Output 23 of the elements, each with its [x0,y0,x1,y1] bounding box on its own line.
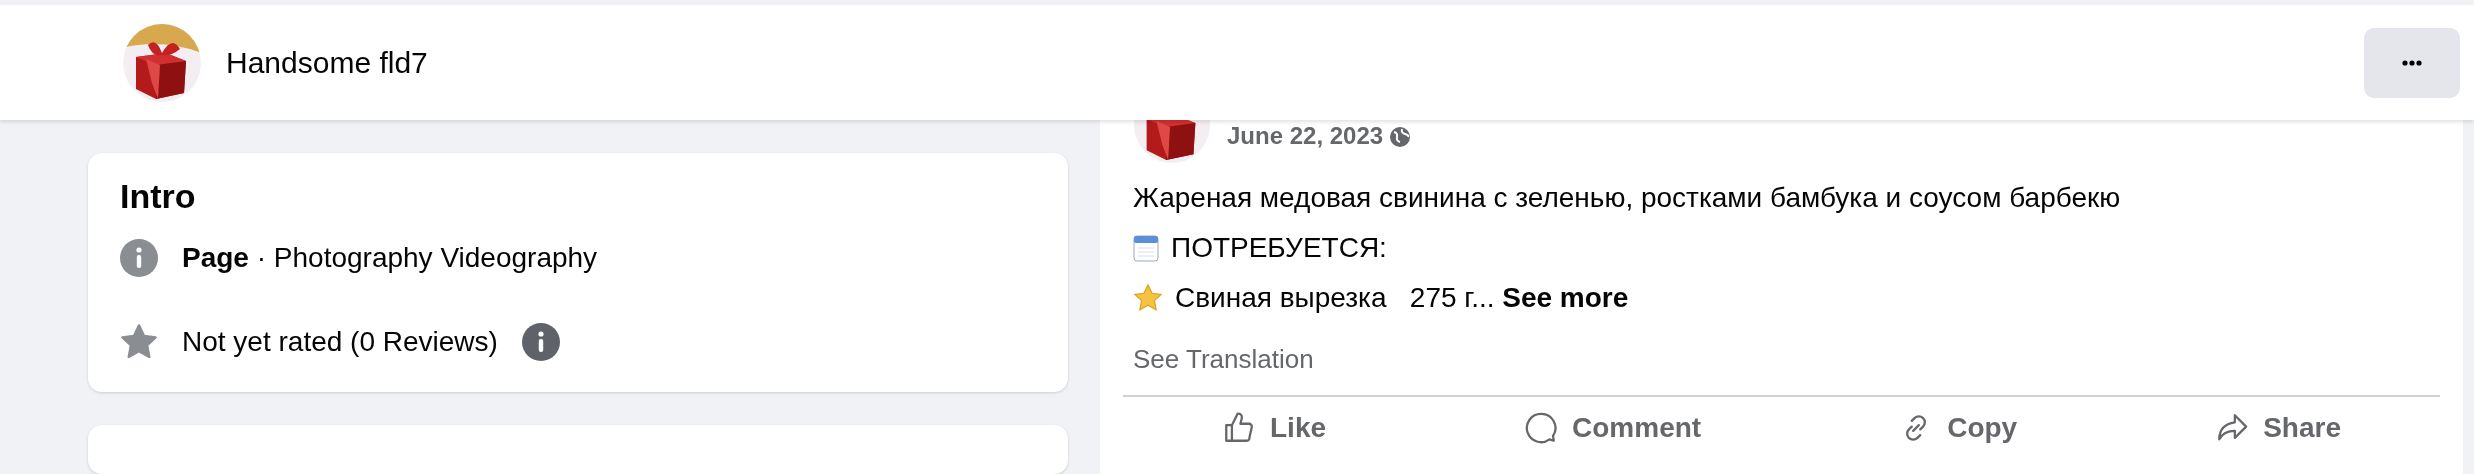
page-name: Handsome fld7 [226,45,429,80]
see-more-link[interactable]: See more [1502,282,1629,313]
thumbs-up-icon [1222,411,1256,445]
post-date: June 22, 2023 [1227,122,1384,150]
rating-text: Not yet rated (0 Reviews) [182,326,498,358]
intro-title: Intro [120,177,197,216]
speech-bubble-icon [1524,411,1559,445]
info-icon [120,239,158,277]
calendar-icon [1133,234,1159,262]
post-text: Жареная медовая свинина с зеленью, ростками бамбука и соусом барбекю [1133,182,2121,214]
more-button[interactable] [2364,27,2460,98]
star-icon [120,323,158,361]
copy-button[interactable]: Copy [1899,411,2018,445]
share-button[interactable]: Share [2215,411,2341,445]
info-icon [521,323,560,361]
see-translation-link[interactable]: See Translation [1133,344,1314,375]
star-icon [1133,283,1163,313]
like-button[interactable]: Like [1222,411,1327,445]
category-text: Page · Photography Videography [182,242,598,274]
post-text: ПОТРЕБУЕТСЯ: [1171,232,1387,264]
post-text: Свиная вырезка 275 г... See more [1175,282,1629,314]
more-icon [2402,59,2422,66]
comment-button[interactable]: Comment [1524,411,1702,445]
